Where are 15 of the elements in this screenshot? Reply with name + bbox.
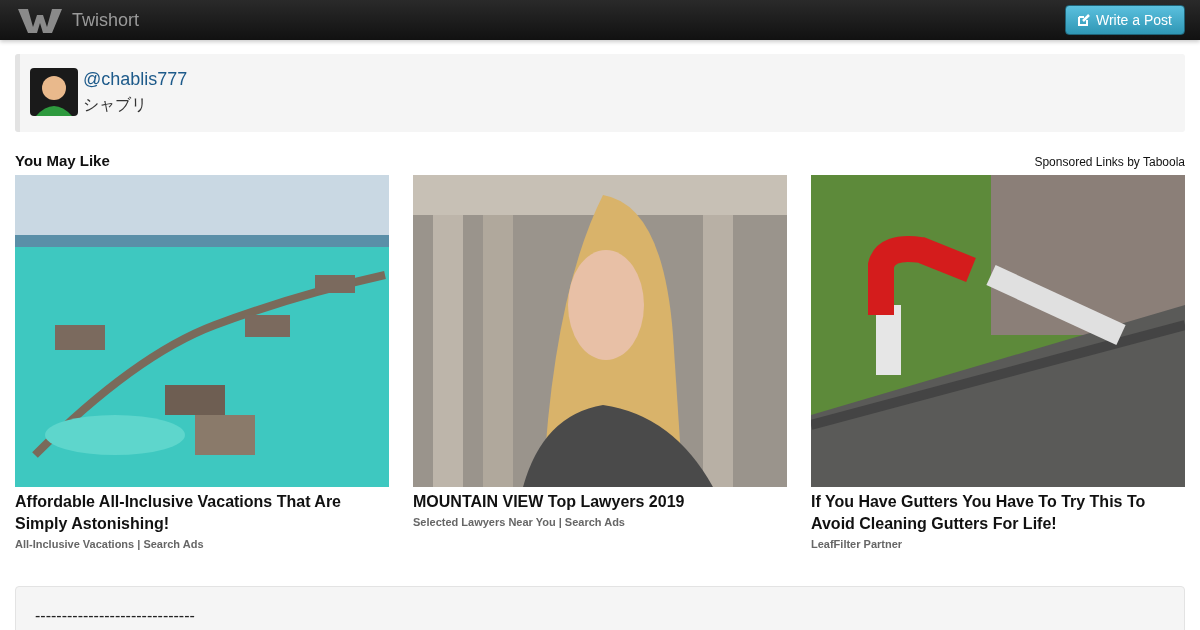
article-title[interactable]: MOUNTAIN VIEW Top Lawyers 2019	[413, 491, 787, 513]
edit-icon	[1078, 14, 1090, 26]
username-link[interactable]: @chablis777	[83, 68, 188, 90]
display-name: シャブリ	[83, 95, 148, 115]
brand-name[interactable]: Twishort	[72, 9, 140, 31]
logo-icon[interactable]	[18, 7, 62, 33]
article-source: Selected Lawyers Near You | Search Ads	[413, 516, 626, 528]
avatar-icon	[30, 68, 78, 116]
article-source: All-Inclusive Vacations | Search Ads	[15, 538, 205, 550]
section-title: You May Like	[15, 152, 110, 169]
sponsor-label[interactable]: Sponsored Links by Taboola	[1034, 155, 1185, 169]
dash-line: ------------------------------	[35, 607, 195, 624]
article-title[interactable]: Affordable All-Inclusive Vacations That Are Simply Astonishing!	[15, 491, 389, 535]
article-source: LeafFilter Partner	[811, 538, 904, 550]
article-title[interactable]: If You Have Gutters You Have To Try This To Avoid Cleaning Gutters For Life!	[811, 491, 1185, 535]
